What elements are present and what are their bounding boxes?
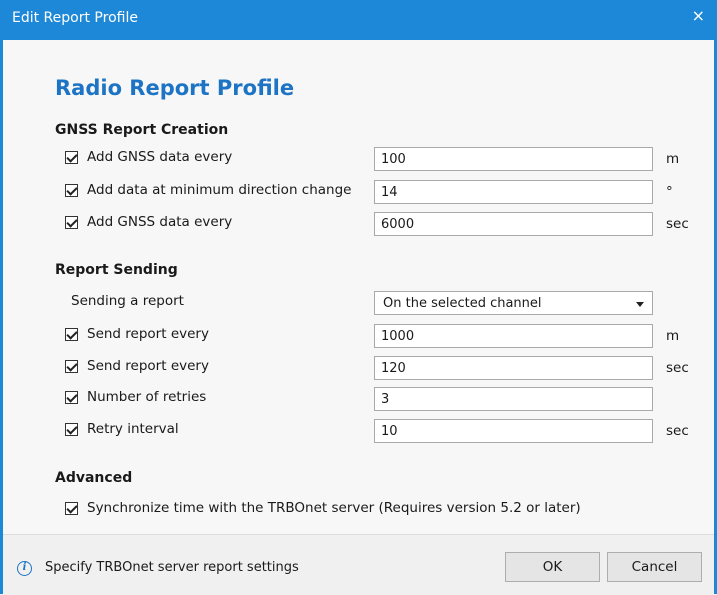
gnss-time-input[interactable]: 6000 xyxy=(374,212,653,236)
send-time-label: Send report every xyxy=(87,358,209,374)
send-distance-label: Send report every xyxy=(87,326,209,342)
window-title: Edit Report Profile xyxy=(12,10,138,26)
section-sending-title: Report Sending xyxy=(55,262,178,278)
send-distance-checkbox[interactable] xyxy=(65,328,78,341)
gnss-direction-input[interactable]: 14 xyxy=(374,180,653,204)
gnss-time-unit: sec xyxy=(666,216,689,232)
send-distance-unit: m xyxy=(666,328,680,344)
send-time-input[interactable]: 120 xyxy=(374,356,653,380)
retries-label: Number of retries xyxy=(87,389,207,405)
gnss-distance-label: Add GNSS data every xyxy=(87,149,233,165)
gnss-direction-label: Add data at minimum direction change xyxy=(87,182,352,198)
gnss-time-checkbox[interactable] xyxy=(65,216,78,229)
retry-interval-unit: sec xyxy=(666,423,689,439)
info-icon: i xyxy=(17,561,32,576)
retries-checkbox[interactable] xyxy=(65,391,78,404)
sending-mode-value: On the selected channel xyxy=(383,296,542,311)
retry-interval-checkbox[interactable] xyxy=(65,423,78,436)
dialog-footer: i Specify TRBOnet server report settings… xyxy=(3,534,714,595)
sending-mode-dropdown[interactable]: On the selected channel xyxy=(374,291,653,315)
close-icon[interactable]: × xyxy=(692,8,705,24)
section-gnss-title: GNSS Report Creation xyxy=(55,122,229,138)
gnss-direction-checkbox[interactable] xyxy=(65,184,78,197)
retry-interval-input[interactable]: 10 xyxy=(374,419,653,443)
page-title: Radio Report Profile xyxy=(55,76,295,100)
retries-input[interactable]: 3 xyxy=(374,387,653,411)
section-advanced-title: Advanced xyxy=(55,470,133,486)
gnss-distance-input[interactable]: 100 xyxy=(374,147,653,171)
gnss-direction-unit: ° xyxy=(666,184,673,200)
sending-mode-label: Sending a report xyxy=(71,293,184,309)
ok-button[interactable]: OK xyxy=(505,552,600,582)
sync-time-checkbox[interactable] xyxy=(65,502,78,515)
gnss-distance-checkbox[interactable] xyxy=(65,151,78,164)
chevron-down-icon xyxy=(636,302,644,307)
gnss-time-label: Add GNSS data every xyxy=(87,214,233,230)
sync-time-label: Synchronize time with the TRBOnet server… xyxy=(87,500,581,516)
title-bar: Edit Report Profile × xyxy=(0,0,717,40)
dialog-content: Radio Report Profile GNSS Report Creatio… xyxy=(3,40,714,534)
retry-interval-label: Retry interval xyxy=(87,421,179,437)
info-text: Specify TRBOnet server report settings xyxy=(45,560,299,575)
send-time-unit: sec xyxy=(666,360,689,376)
send-time-checkbox[interactable] xyxy=(65,360,78,373)
cancel-button[interactable]: Cancel xyxy=(607,552,702,582)
gnss-distance-unit: m xyxy=(666,151,680,167)
send-distance-input[interactable]: 1000 xyxy=(374,324,653,348)
